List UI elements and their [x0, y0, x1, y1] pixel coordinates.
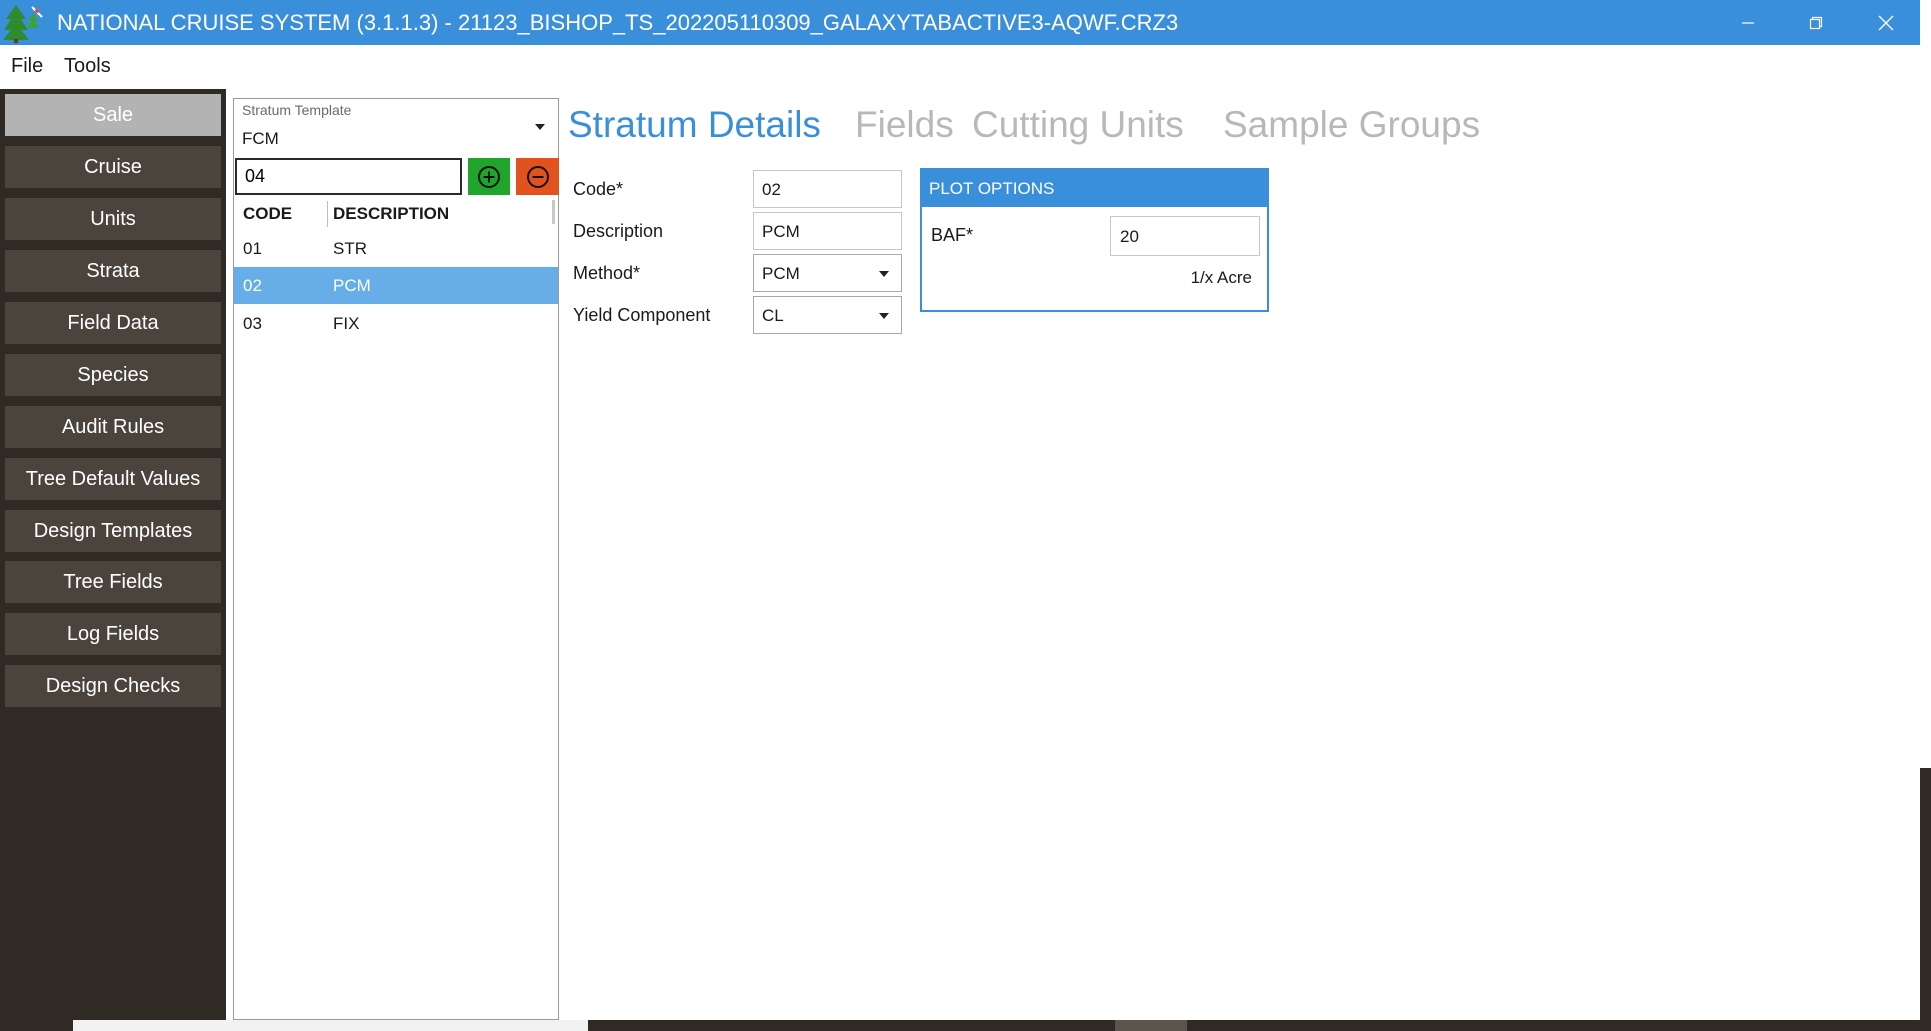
minus-circle-icon: [526, 165, 549, 188]
restore-button[interactable]: [1782, 0, 1850, 45]
desktop-edge-light: [1920, 0, 1931, 768]
column-divider[interactable]: [327, 201, 328, 227]
taskbar-search-box[interactable]: [73, 1020, 588, 1031]
screen: NATIONAL CRUISE SYSTEM (3.1.1.3) - 21123…: [0, 0, 1931, 1031]
chevron-down-icon: [879, 271, 889, 277]
taskbar-app-button[interactable]: [1115, 1020, 1187, 1031]
close-button[interactable]: [1852, 0, 1920, 45]
strata-row[interactable]: 03 FIX: [234, 305, 558, 342]
yield-component-label: Yield Component: [573, 305, 711, 325]
menu-tools[interactable]: Tools: [64, 55, 111, 78]
row-code: 02: [243, 276, 262, 295]
plus-circle-icon: [478, 165, 500, 188]
new-stratum-code-input[interactable]: [235, 158, 462, 195]
method-value: PCM: [762, 264, 800, 283]
sidebar-item-strata[interactable]: Strata: [5, 250, 221, 292]
sidebar-item-tree-default-values[interactable]: Tree Default Values: [5, 458, 221, 500]
add-stratum-button[interactable]: [468, 158, 510, 195]
restore-icon: [1809, 16, 1823, 29]
strata-list-pane: Stratum Template FCM CODE DESCRIPTION 01…: [233, 98, 559, 1020]
stratum-template-select[interactable]: Stratum Template FCM: [234, 99, 558, 155]
menu-file[interactable]: File: [11, 55, 43, 78]
sidebar-item-cruise[interactable]: Cruise: [5, 146, 221, 188]
title-bar: NATIONAL CRUISE SYSTEM (3.1.1.3) - 21123…: [0, 0, 1920, 45]
row-description: FIX: [333, 314, 360, 333]
plot-options-panel: PLOT OPTIONS BAF* 20 1/x Acre: [920, 168, 1269, 312]
stratum-template-label: Stratum Template: [242, 102, 352, 118]
baf-field[interactable]: 20: [1110, 216, 1260, 256]
chevron-down-icon: [535, 124, 545, 130]
taskbar-edge: [0, 1020, 1931, 1031]
row-description: STR: [333, 239, 367, 258]
tab-fields[interactable]: Fields: [855, 104, 954, 146]
menu-bar: File Tools: [0, 45, 1920, 89]
column-header-code[interactable]: CODE: [243, 204, 292, 224]
desktop-edge: [1920, 0, 1931, 1031]
code-field[interactable]: 02: [753, 170, 902, 208]
row-description: PCM: [333, 276, 371, 295]
yield-component-select[interactable]: CL: [753, 296, 902, 334]
list-scrollbar[interactable]: [552, 200, 555, 224]
sidebar-item-tree-fields[interactable]: Tree Fields: [5, 561, 221, 603]
sidebar-item-species[interactable]: Species: [5, 354, 221, 396]
strata-row[interactable]: 01 STR: [234, 230, 558, 267]
chevron-down-icon: [879, 313, 889, 319]
row-code: 01: [243, 239, 262, 258]
sidebar-item-log-fields[interactable]: Log Fields: [5, 613, 221, 655]
tab-cutting-units[interactable]: Cutting Units: [972, 104, 1184, 146]
minimize-button[interactable]: [1714, 0, 1782, 45]
strata-list-header: CODE DESCRIPTION: [234, 199, 558, 229]
window-title: NATIONAL CRUISE SYSTEM (3.1.1.3) - 21123…: [57, 10, 1179, 35]
plot-options-title: PLOT OPTIONS: [922, 170, 1267, 207]
minimize-icon: [1742, 21, 1754, 24]
sidebar-nav: Sale Cruise Units Strata Field Data Spec…: [0, 89, 226, 1020]
sidebar-item-design-templates[interactable]: Design Templates: [5, 510, 221, 552]
close-icon: [1878, 15, 1894, 30]
plot-unit-label: 1/x Acre: [1190, 268, 1252, 287]
tab-sample-groups[interactable]: Sample Groups: [1223, 104, 1480, 146]
method-label: Method*: [573, 263, 641, 283]
tab-stratum-details[interactable]: Stratum Details: [568, 104, 821, 146]
description-field[interactable]: PCM: [753, 212, 902, 250]
sidebar-item-audit-rules[interactable]: Audit Rules: [5, 406, 221, 448]
app-window: NATIONAL CRUISE SYSTEM (3.1.1.3) - 21123…: [0, 0, 1920, 1020]
column-header-description[interactable]: DESCRIPTION: [333, 204, 449, 224]
tree-app-icon: [3, 5, 43, 43]
sidebar-item-sale[interactable]: Sale: [5, 94, 221, 136]
description-label: Description: [573, 221, 664, 241]
strata-row-selected[interactable]: 02 PCM: [234, 267, 558, 304]
row-code: 03: [243, 314, 262, 333]
remove-stratum-button[interactable]: [516, 158, 559, 195]
sidebar-item-field-data[interactable]: Field Data: [5, 302, 221, 344]
stratum-template-value: FCM: [242, 129, 279, 148]
yield-component-value: CL: [762, 306, 784, 325]
sidebar-item-design-checks[interactable]: Design Checks: [5, 665, 221, 707]
method-select[interactable]: PCM: [753, 254, 902, 292]
baf-label: BAF*: [931, 225, 974, 245]
sidebar-item-units[interactable]: Units: [5, 198, 221, 240]
code-label: Code*: [573, 179, 624, 199]
